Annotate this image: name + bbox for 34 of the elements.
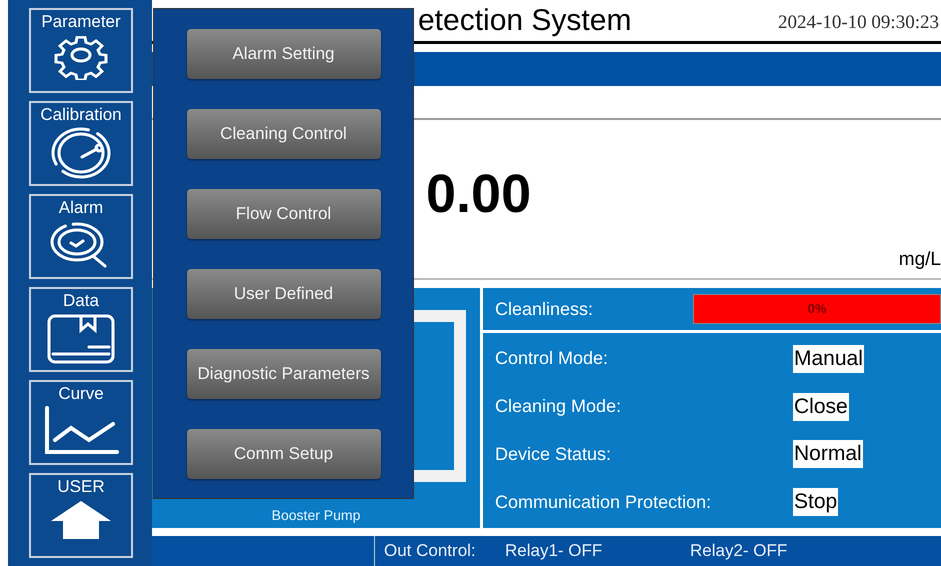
status-value: Manual <box>793 344 864 373</box>
status-value: Normal <box>793 440 863 468</box>
cleanliness-reading: 0% <box>808 300 826 318</box>
sidebar-button[interactable]: Calibration <box>29 101 133 186</box>
menu-button[interactable]: Diagnostic Parameters <box>186 349 380 399</box>
menu-button[interactable]: Alarm Setting <box>186 29 380 79</box>
book-icon <box>45 313 117 365</box>
menu-button[interactable]: Cleaning Control <box>186 109 380 159</box>
home-icon <box>49 499 113 539</box>
reading-value: 0.00 <box>426 164 532 224</box>
datetime: 2024-10-10 09:30:23 <box>778 10 940 34</box>
sidebar-button[interactable]: USER <box>29 473 133 558</box>
pump-label: Booster Pump <box>272 506 360 525</box>
status-value: Close <box>793 392 849 421</box>
cleanliness-label: Cleanliness: <box>495 298 594 320</box>
status-label: Device Status: <box>495 442 612 466</box>
sidebar-button[interactable]: Parameter <box>29 8 133 93</box>
status-label: Cleaning Mode: <box>495 395 622 418</box>
menu-button[interactable]: Comm Setup <box>186 429 380 479</box>
menu-button[interactable]: Flow Control <box>186 189 380 239</box>
sidebar-button[interactable]: Data <box>29 287 133 372</box>
status-label: Control Mode: <box>495 347 610 370</box>
status-label: Communication Protection: <box>495 490 712 514</box>
status-value: Stop <box>793 488 838 516</box>
relay-status: Relay2- OFF <box>690 540 788 562</box>
reading-unit: mg/L <box>898 248 941 272</box>
relay-status: Relay1- OFF <box>505 540 604 562</box>
out-control-label: Out Control: <box>383 540 477 562</box>
menu-button[interactable]: User Defined <box>186 269 380 319</box>
sidebar-button[interactable]: Curve <box>29 380 133 465</box>
line-chart-icon <box>43 406 119 456</box>
window-title: etection System <box>417 3 632 39</box>
sidebar-button[interactable]: Alarm <box>29 194 133 279</box>
gauge-icon <box>49 127 113 179</box>
